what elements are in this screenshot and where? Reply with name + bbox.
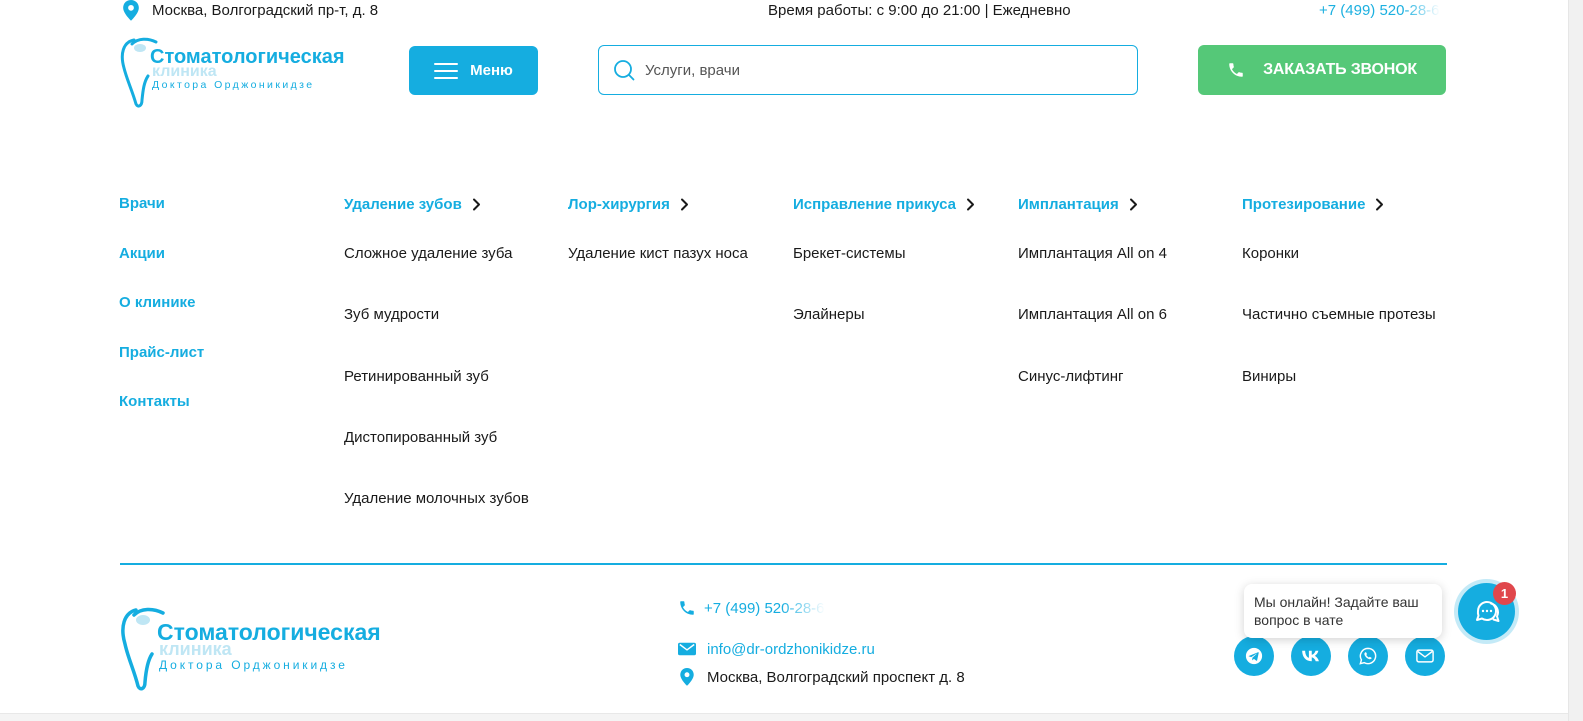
search-icon — [614, 60, 635, 81]
menu-item[interactable]: Дистопированный зуб — [344, 429, 497, 446]
menu-item[interactable]: Имплантация All on 6 — [1018, 306, 1167, 323]
top-info-bar: Москва, Волгоградский пр-т, д. 8 Время р… — [0, 0, 1568, 22]
menu-column-extraction: Удаление зубов Сложное удаление зуба Зуб… — [344, 195, 529, 508]
footer-email-text: info@dr-ordzhonikidze.ru — [707, 640, 875, 658]
chevron-right-icon — [1376, 198, 1384, 210]
menu-column-prosthetics: Протезирование Коронки Частично съемные … — [1242, 195, 1436, 386]
footer-phone-link[interactable]: +7 (499) 520-28-6 — [678, 599, 825, 617]
footer-logo[interactable]: Стоматологическая клиника Доктора Орджон… — [118, 604, 400, 692]
nav-pricelist[interactable]: Прайс-лист — [119, 344, 204, 361]
social-links — [1234, 636, 1445, 676]
telegram-button[interactable] — [1234, 636, 1274, 676]
nav-promotions[interactable]: Акции — [119, 245, 165, 262]
menu-item[interactable]: Зуб мудрости — [344, 306, 439, 323]
footer-divider — [120, 563, 1447, 565]
menu-column-bite-correction: Исправление прикуса Брекет-системы Элайн… — [793, 195, 975, 323]
header-address: Москва, Волгоградский пр-т, д. 8 — [122, 0, 378, 21]
footer-address-text: Москва, Волгоградский проспект д. 8 — [707, 668, 965, 686]
menu-heading-label: Лор-хирургия — [568, 195, 670, 213]
menu-heading-extraction[interactable]: Удаление зубов — [344, 195, 481, 213]
menu-item[interactable]: Ретинированный зуб — [344, 368, 489, 385]
menu-item[interactable]: Виниры — [1242, 368, 1296, 385]
location-pin-icon — [123, 0, 139, 21]
page-bottom-strip — [0, 713, 1568, 721]
menu-item[interactable]: Коронки — [1242, 245, 1299, 262]
search-box[interactable] — [598, 45, 1138, 95]
mail-icon — [1416, 649, 1434, 663]
menu-column-ent-surgery: Лор-хирургия Удаление кист пазух носа — [568, 195, 748, 263]
hamburger-icon — [434, 62, 459, 79]
menu-item[interactable]: Удаление кист пазух носа — [568, 245, 748, 262]
chevron-right-icon — [966, 198, 974, 210]
menu-heading-implantation[interactable]: Имплантация — [1018, 195, 1138, 213]
envelope-icon — [678, 642, 696, 656]
menu-heading-label: Исправление прикуса — [793, 195, 956, 213]
order-call-button[interactable]: ЗАКАЗАТЬ ЗВОНОК — [1198, 45, 1446, 95]
footer-logo-line3: Доктора Орджоникидзе — [159, 658, 348, 672]
nav-doctors[interactable]: Врачи — [119, 195, 165, 212]
location-pin-icon — [680, 668, 694, 686]
chevron-right-icon — [680, 198, 688, 210]
menu-item[interactable]: Брекет-системы — [793, 245, 906, 262]
menu-item[interactable]: Сложное удаление зуба — [344, 245, 512, 262]
logo-line2: клиника — [152, 63, 217, 80]
menu-heading-ent-surgery[interactable]: Лор-хирургия — [568, 195, 689, 213]
nav-contacts[interactable]: Контакты — [119, 393, 190, 410]
menu-item[interactable]: Имплантация All on 4 — [1018, 245, 1167, 262]
vertical-scrollbar[interactable] — [1568, 0, 1583, 721]
clinic-logo[interactable]: Стоматологическая клиника Доктора Орджон… — [118, 34, 358, 108]
footer-email-link[interactable]: info@dr-ordzhonikidze.ru — [678, 640, 875, 658]
menu-heading-label: Имплантация — [1018, 195, 1119, 213]
menu-heading-prosthetics[interactable]: Протезирование — [1242, 195, 1384, 213]
search-input[interactable] — [645, 61, 1105, 79]
working-hours: Время работы: с 9:00 до 21:00 | Ежедневн… — [768, 2, 1071, 19]
menu-item[interactable]: Удаление молочных зубов — [344, 490, 529, 507]
phone-icon — [1229, 63, 1243, 77]
chevron-right-icon — [1129, 198, 1137, 210]
menu-column-implantation: Имплантация Имплантация All on 4 Имплант… — [1018, 195, 1167, 386]
footer-logo-line2: клиника — [159, 639, 233, 659]
phone-icon — [680, 601, 694, 615]
chevron-right-icon — [472, 198, 480, 210]
menu-button-label: Меню — [470, 62, 513, 79]
menu-heading-label: Удаление зубов — [344, 195, 462, 213]
nav-about[interactable]: О клинике — [119, 294, 195, 311]
email-button[interactable] — [1405, 636, 1445, 676]
menu-item[interactable]: Синус-лифтинг — [1018, 368, 1123, 385]
header-address-text: Москва, Волгоградский пр-т, д. 8 — [152, 2, 379, 19]
menu-heading-label: Протезирование — [1242, 195, 1366, 213]
logo-line3: Доктора Орджоникидзе — [152, 79, 314, 91]
footer-phone-text: +7 (499) 520-28-6 — [704, 599, 825, 617]
order-call-label: ЗАКАЗАТЬ ЗВОНОК — [1263, 61, 1417, 78]
footer-address: Москва, Волгоградский проспект д. 8 — [678, 668, 965, 686]
menu-heading-bite-correction[interactable]: Исправление прикуса — [793, 195, 975, 213]
unread-badge: 1 — [1493, 582, 1516, 605]
whatsapp-button[interactable] — [1348, 636, 1388, 676]
menu-button[interactable]: Меню — [409, 46, 538, 95]
header-phone-link[interactable]: +7 (499) 520-28-6 — [1319, 2, 1440, 19]
menu-item[interactable]: Элайнеры — [793, 306, 865, 323]
chat-greeting-bubble[interactable]: Мы онлайн! Задайте ваш вопрос в чате — [1244, 584, 1442, 638]
menu-item[interactable]: Частично съемные протезы — [1242, 306, 1436, 323]
whatsapp-icon — [1359, 647, 1377, 665]
telegram-icon — [1245, 647, 1263, 665]
vk-icon — [1302, 650, 1319, 662]
vk-button[interactable] — [1291, 636, 1331, 676]
